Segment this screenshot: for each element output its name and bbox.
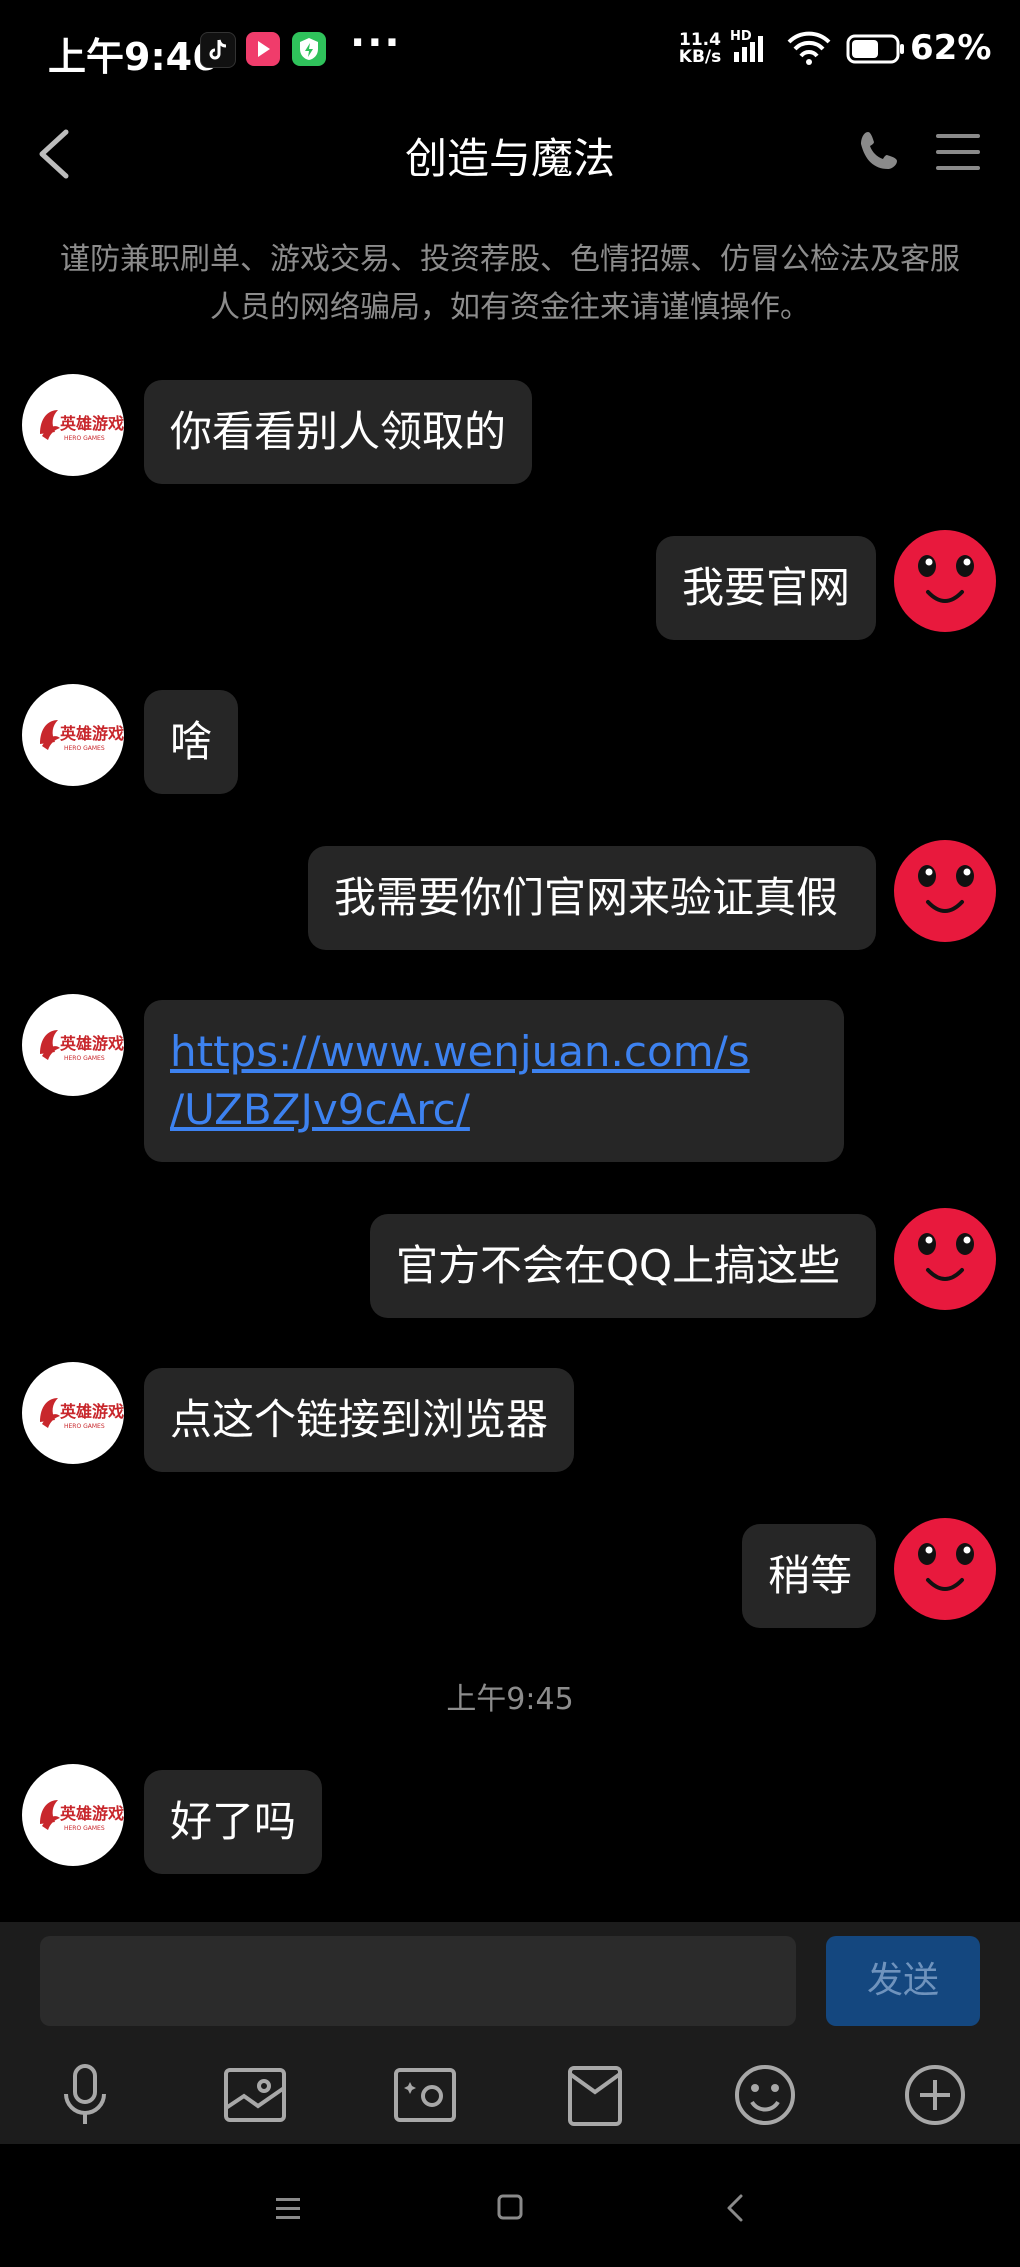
battery-icon bbox=[846, 34, 906, 68]
svg-text:英雄游戏: 英雄游戏 bbox=[59, 414, 124, 433]
image-icon bbox=[224, 2068, 286, 2122]
nav-back-button[interactable] bbox=[708, 2180, 764, 2236]
plus-icon bbox=[905, 2065, 965, 2125]
message-text: 我要官网 bbox=[682, 563, 851, 612]
svg-text:英雄游戏: 英雄游戏 bbox=[59, 1034, 124, 1053]
menu-button[interactable] bbox=[934, 130, 982, 174]
red-packet-button[interactable] bbox=[560, 2060, 630, 2130]
contact-avatar[interactable]: 英雄游戏 HERO GAMES bbox=[22, 684, 124, 786]
contact-avatar[interactable]: 英雄游戏 HERO GAMES bbox=[22, 994, 124, 1096]
message-input[interactable] bbox=[40, 1936, 796, 2026]
hero-games-logo: 英雄游戏 HERO GAMES bbox=[22, 374, 124, 476]
smiley-face-icon bbox=[894, 530, 996, 632]
svg-text:HERO GAMES: HERO GAMES bbox=[64, 745, 105, 752]
status-more: ··· bbox=[350, 20, 402, 66]
hero-games-logo: 英雄游戏 HERO GAMES bbox=[22, 994, 124, 1096]
message-bubble[interactable]: 官方不会在QQ上搞这些 bbox=[370, 1214, 876, 1318]
wifi-icon bbox=[786, 30, 832, 70]
fraud-warning: 谨防兼职刷单、游戏交易、投资荐股、色情招嫖、仿冒公检法及客服人员的网络骗局，如有… bbox=[60, 242, 960, 325]
phone-icon bbox=[861, 132, 897, 169]
message-text: 点这个链接到浏览器 bbox=[170, 1395, 549, 1444]
call-button[interactable] bbox=[856, 126, 908, 178]
emoji-icon bbox=[735, 2065, 795, 2125]
security-app-icon bbox=[292, 32, 326, 66]
nav-menu-button[interactable] bbox=[260, 2180, 316, 2236]
tiktok-icon bbox=[200, 32, 236, 68]
svg-text:HERO GAMES: HERO GAMES bbox=[64, 1055, 105, 1062]
message-text: 官方不会在QQ上搞这些 bbox=[396, 1241, 841, 1290]
svg-text:英雄游戏: 英雄游戏 bbox=[59, 724, 124, 743]
message-bubble[interactable]: 好了吗 bbox=[144, 1770, 323, 1874]
user-avatar[interactable] bbox=[894, 1518, 996, 1620]
chevron-left-icon bbox=[727, 2194, 743, 2222]
contact-avatar[interactable]: 英雄游戏 HERO GAMES bbox=[22, 1362, 124, 1464]
voice-button[interactable] bbox=[50, 2060, 120, 2130]
message-text: 你看看别人领取的 bbox=[170, 407, 507, 456]
svg-text:英雄游戏: 英雄游戏 bbox=[59, 1804, 124, 1823]
microphone-icon bbox=[64, 2064, 106, 2124]
message-bubble[interactable]: 点这个链接到浏览器 bbox=[144, 1368, 575, 1472]
hero-games-logo: 英雄游戏 HERO GAMES bbox=[22, 684, 124, 786]
svg-text:HERO GAMES: HERO GAMES bbox=[64, 1423, 105, 1430]
svg-text:HERO GAMES: HERO GAMES bbox=[64, 1825, 105, 1832]
red-packet-icon bbox=[568, 2066, 622, 2126]
message-text: 我需要你们官网来验证真假 bbox=[334, 873, 839, 922]
camera-icon bbox=[394, 2068, 456, 2122]
contact-avatar[interactable]: 英雄游戏 HERO GAMES bbox=[22, 374, 124, 476]
message-timestamp: 上午9:45 bbox=[446, 1682, 574, 1717]
message-link[interactable]: https://www.wenjuan.com/s /UZBZJv9cArc/ bbox=[170, 1023, 818, 1139]
smiley-face-icon bbox=[894, 840, 996, 942]
status-time: 上午9:46 bbox=[48, 35, 219, 79]
message-bubble[interactable]: 我要官网 bbox=[656, 536, 876, 640]
nav-home-button[interactable] bbox=[482, 2180, 538, 2236]
smiley-face-icon bbox=[894, 1518, 996, 1620]
more-button[interactable] bbox=[900, 2060, 970, 2130]
message-bubble[interactable]: 你看看别人领取的 bbox=[144, 380, 533, 484]
camera-button[interactable] bbox=[390, 2060, 460, 2130]
net-speed: 11.4 KB/s bbox=[678, 30, 722, 67]
message-text: 稍等 bbox=[768, 1551, 853, 1600]
message-text: 好了吗 bbox=[170, 1797, 297, 1846]
user-avatar[interactable] bbox=[894, 530, 996, 632]
hamburger-icon bbox=[936, 134, 980, 170]
square-icon bbox=[497, 2194, 523, 2220]
battery-percent: 62% bbox=[910, 28, 992, 68]
smiley-face-icon bbox=[894, 1208, 996, 1310]
image-button[interactable] bbox=[220, 2060, 290, 2130]
send-button[interactable]: 发送 bbox=[826, 1936, 980, 2026]
svg-text:英雄游戏: 英雄游戏 bbox=[59, 1402, 124, 1421]
emoji-button[interactable] bbox=[730, 2060, 800, 2130]
contact-avatar[interactable]: 英雄游戏 HERO GAMES bbox=[22, 1764, 124, 1866]
hero-games-logo: 英雄游戏 HERO GAMES bbox=[22, 1362, 124, 1464]
message-bubble[interactable]: 啥 bbox=[144, 690, 239, 794]
menu-lines-icon bbox=[276, 2198, 300, 2219]
message-bubble[interactable]: https://www.wenjuan.com/s /UZBZJv9cArc/ bbox=[144, 1000, 844, 1162]
signal-icon: HD bbox=[730, 30, 763, 62]
user-avatar[interactable] bbox=[894, 1208, 996, 1310]
message-bubble[interactable]: 我需要你们官网来验证真假 bbox=[308, 846, 876, 950]
svg-text:HERO GAMES: HERO GAMES bbox=[64, 435, 105, 442]
message-bubble[interactable]: 稍等 bbox=[742, 1524, 876, 1628]
message-text: 啥 bbox=[170, 717, 213, 766]
user-avatar[interactable] bbox=[894, 840, 996, 942]
video-app-icon bbox=[246, 32, 280, 66]
hero-games-logo: 英雄游戏 HERO GAMES bbox=[22, 1764, 124, 1866]
